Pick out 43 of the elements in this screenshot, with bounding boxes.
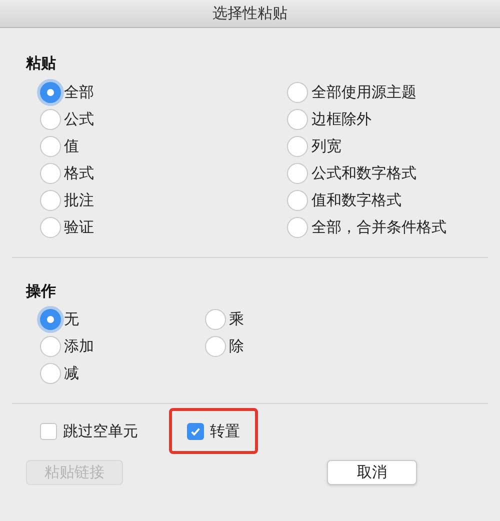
option-label: 无 [64, 309, 79, 330]
radio-button[interactable] [287, 82, 308, 102]
option-label: 全部使用源主题 [311, 82, 416, 103]
radio-button[interactable] [40, 216, 61, 238]
radio-button[interactable] [40, 82, 61, 102]
option-label: 列宽 [311, 136, 342, 157]
radio-button[interactable] [40, 363, 61, 384]
radio-button[interactable] [205, 309, 226, 330]
section-title: 操作 [26, 280, 57, 302]
radio-button[interactable] [205, 336, 226, 357]
checkbox[interactable] [187, 422, 204, 440]
checkbox-label: 转置 [210, 420, 240, 442]
radio-button[interactable] [40, 162, 61, 184]
option-label: 值 [64, 136, 79, 157]
checkbox-label: 跳过空单元 [63, 420, 138, 442]
option-label: 全部，合并条件格式 [311, 216, 446, 238]
radio-button[interactable] [287, 162, 308, 184]
radio-button[interactable] [287, 190, 308, 210]
option-label: 全部 [64, 82, 94, 103]
section-title: 粘贴 [26, 53, 57, 74]
checkmark-icon [190, 426, 201, 436]
option-label: 减 [64, 363, 79, 384]
option-label: 乘 [229, 309, 244, 330]
option-label: 除 [229, 336, 244, 358]
radio-button[interactable] [40, 309, 61, 330]
dialog-button[interactable]: 取消 [327, 460, 417, 485]
radio-button[interactable] [40, 190, 61, 210]
option-label: 值和数字格式 [311, 190, 402, 211]
radio-button[interactable] [40, 136, 61, 156]
radio-button[interactable] [40, 336, 61, 357]
radio-button[interactable] [40, 108, 61, 130]
option-label: 批注 [64, 190, 94, 211]
checkbox[interactable] [40, 422, 57, 440]
option-label: 公式和数字格式 [311, 162, 416, 184]
radio-button[interactable] [287, 216, 308, 238]
option-label: 验证 [64, 216, 94, 238]
radio-button[interactable] [287, 136, 308, 156]
option-label: 边框除外 [311, 108, 372, 130]
option-label: 格式 [64, 162, 94, 184]
option-label: 添加 [64, 336, 94, 358]
radio-button[interactable] [287, 108, 308, 130]
window-title: 选择性粘贴 [212, 3, 288, 24]
option-label: 公式 [64, 108, 94, 130]
